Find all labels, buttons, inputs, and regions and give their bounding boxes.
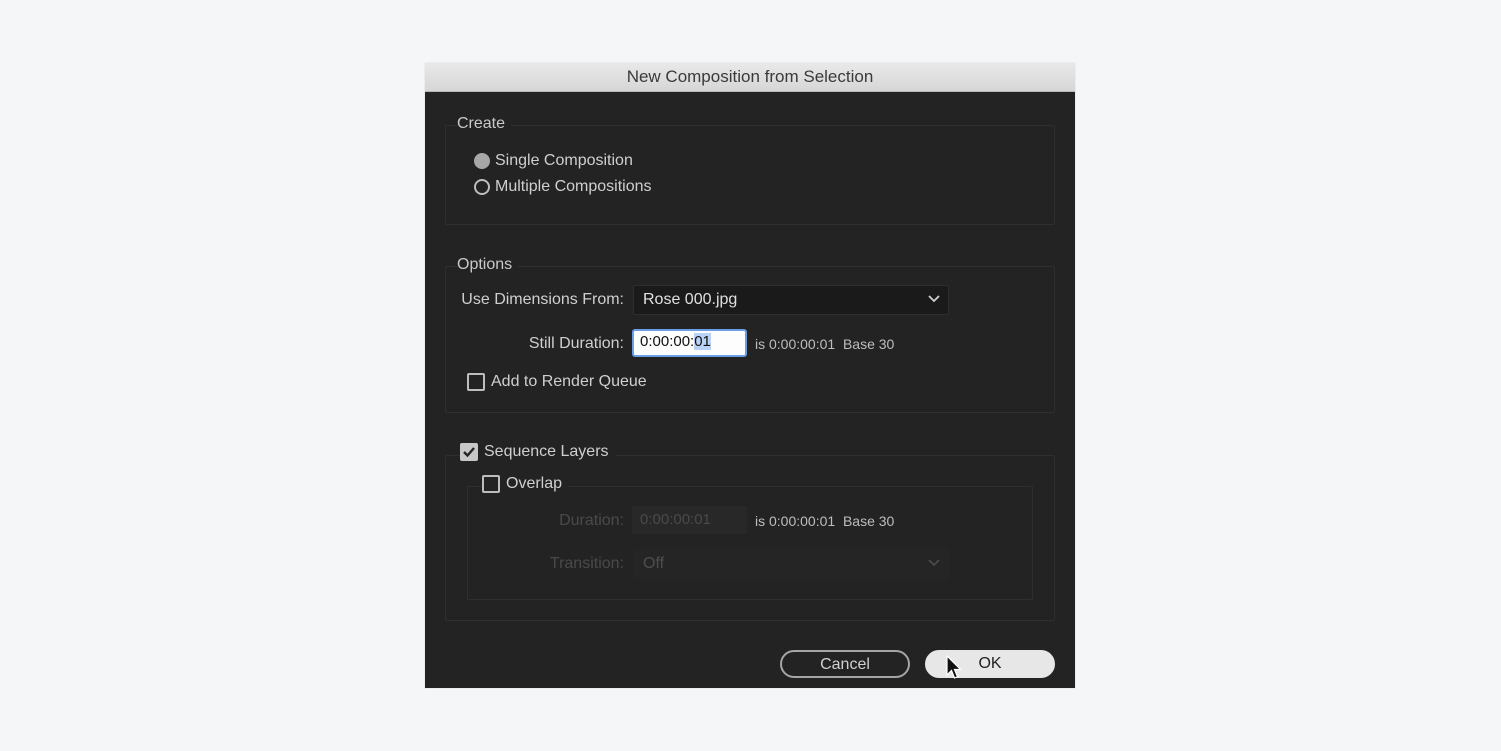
radio-label: Single Composition (495, 152, 633, 169)
radio-button-selected[interactable] (474, 153, 490, 169)
radio-button[interactable] (474, 179, 490, 195)
dialog-title: New Composition from Selection (425, 63, 1075, 92)
use-dimensions-dropdown[interactable]: Rose 000.jpg (633, 285, 949, 315)
still-duration-field[interactable]: 0:00:00:01 (632, 329, 747, 357)
new-composition-dialog: New Composition from Selection Create Si… (425, 63, 1075, 688)
create-group (445, 125, 1055, 225)
overlap-checkbox[interactable]: Overlap (482, 475, 569, 493)
still-duration-label: Still Duration: (528, 335, 624, 352)
use-dimensions-label: Use Dimensions From: (461, 291, 624, 308)
options-group-label: Options (457, 256, 519, 274)
duration-label: Duration: (559, 512, 624, 529)
duration-value: 0:00:00:01 (640, 511, 711, 528)
add-to-render-queue-checkbox[interactable]: Add to Render Queue (467, 373, 647, 391)
checkbox-box-checked[interactable] (460, 443, 478, 461)
overlap-group (467, 486, 1033, 600)
chevron-down-icon (928, 295, 940, 303)
mouse-pointer-icon (946, 655, 962, 679)
ok-button[interactable]: OK (925, 650, 1055, 678)
create-group-label: Create (457, 115, 512, 133)
radio-single-composition[interactable]: Single Composition (474, 152, 633, 170)
still-duration-text: 0:00:00: (640, 333, 695, 350)
sequence-layers-label: Sequence Layers (484, 443, 609, 460)
overlap-label: Overlap (506, 475, 563, 492)
duration-field: 0:00:00:01 (632, 506, 747, 534)
radio-label: Multiple Compositions (495, 178, 652, 195)
transition-dropdown: Off (633, 549, 949, 579)
duration-info: is 0:00:00:01 Base 30 (755, 513, 895, 529)
transition-value: Off (643, 555, 665, 572)
sequence-layers-checkbox[interactable]: Sequence Layers (460, 443, 615, 461)
radio-multiple-compositions[interactable]: Multiple Compositions (474, 178, 652, 196)
transition-label: Transition: (549, 555, 624, 572)
cancel-button[interactable]: Cancel (780, 650, 910, 678)
use-dimensions-value: Rose 000.jpg (643, 291, 738, 308)
still-duration-selection: 01 (694, 333, 711, 350)
checkbox-box[interactable] (482, 475, 500, 493)
checkmark-icon (463, 447, 475, 458)
chevron-down-icon (928, 559, 940, 567)
checkbox-box[interactable] (467, 373, 485, 391)
still-duration-info: is 0:00:00:01 Base 30 (755, 336, 895, 352)
add-to-render-queue-label: Add to Render Queue (491, 373, 647, 390)
